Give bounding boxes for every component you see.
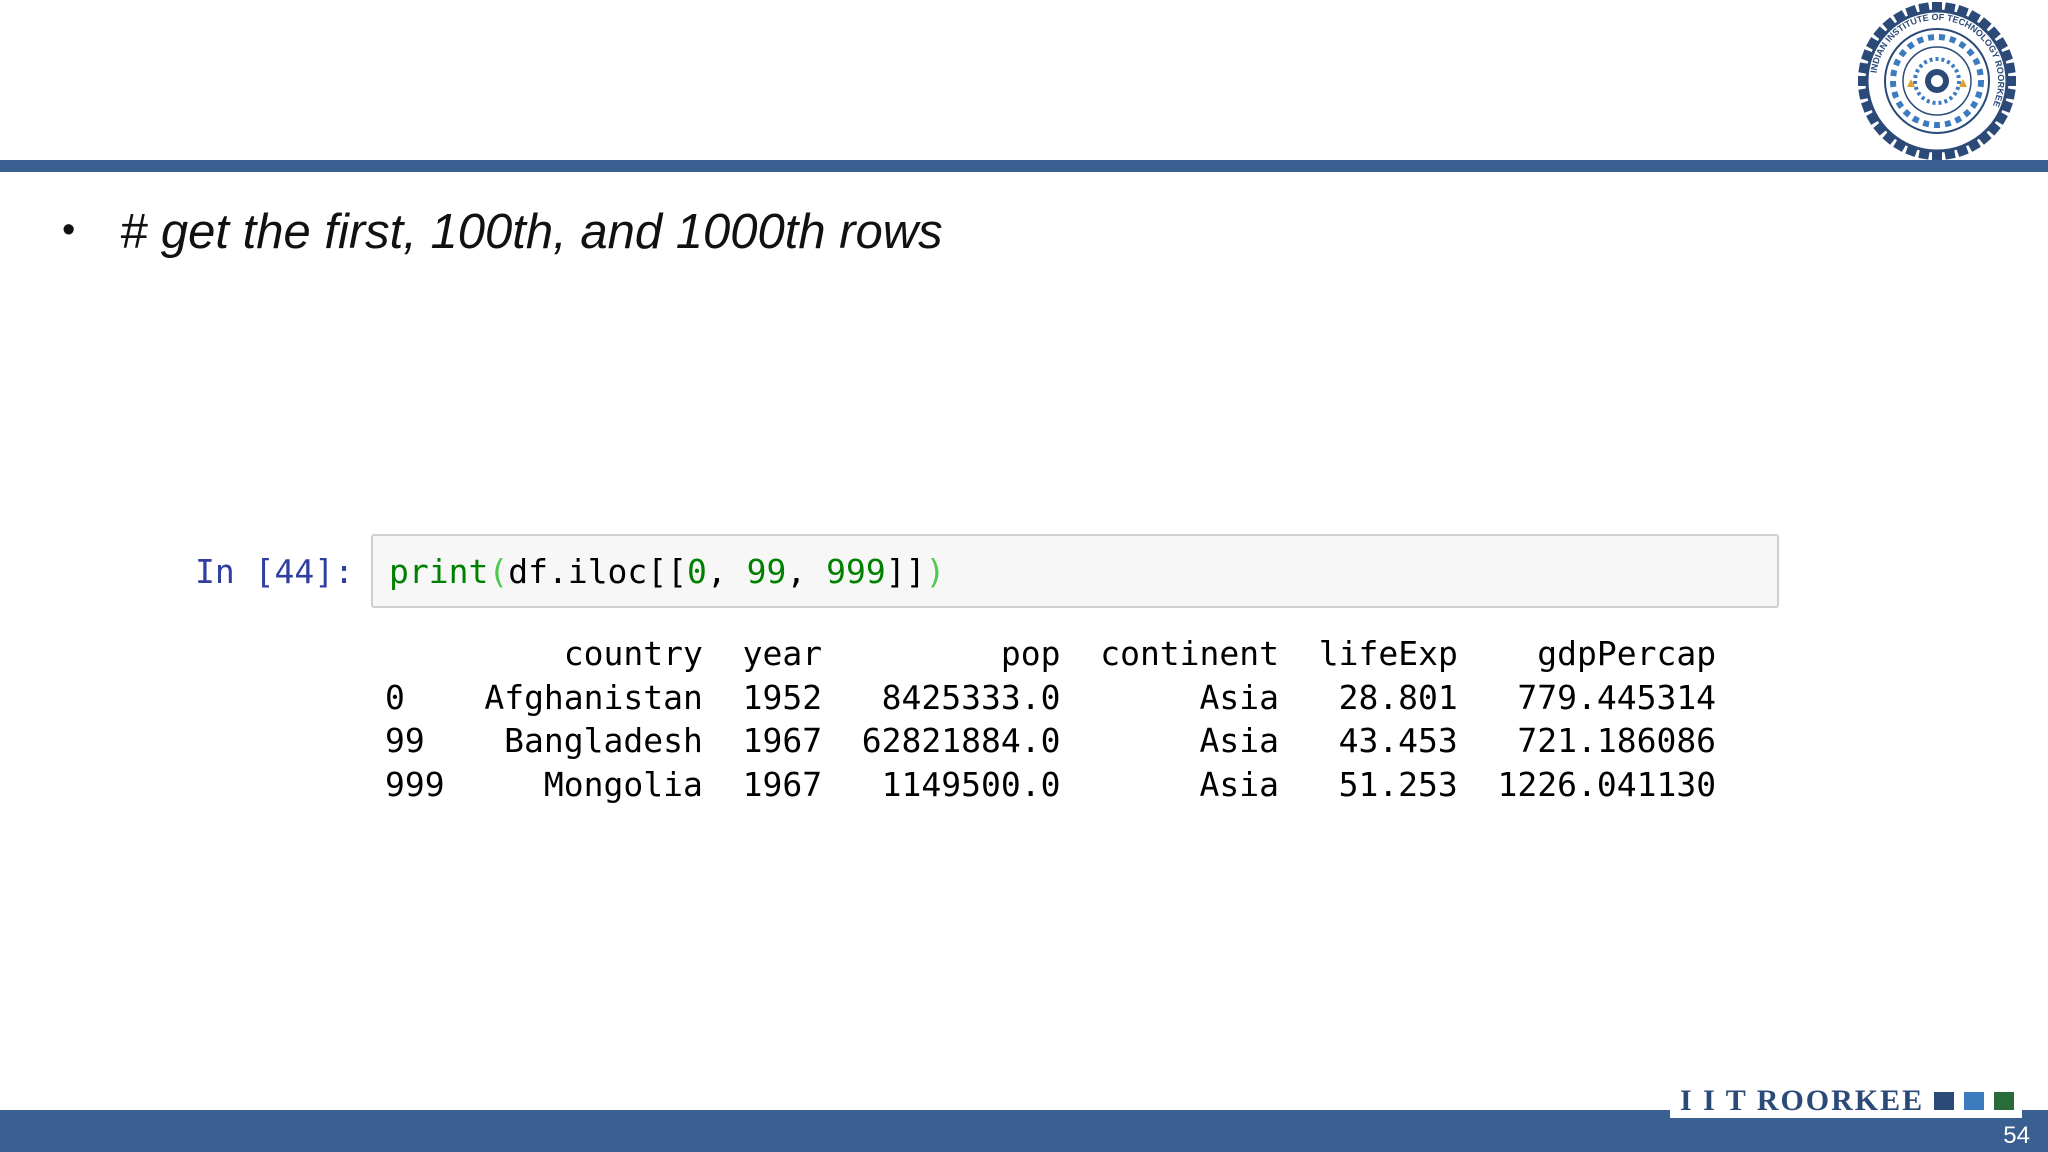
table-cell: 1967 — [742, 721, 823, 760]
footer-square-dark — [1934, 1092, 1955, 1110]
footer-square-green — [1994, 1092, 2015, 1110]
code-token: ) — [925, 552, 946, 591]
table-cell: 1967 — [742, 764, 823, 804]
table-cell: Mongolia — [543, 764, 703, 804]
column-header: gdpPercap — [1537, 634, 1717, 673]
code-token: ]] — [885, 552, 926, 591]
table-cell: 51.253 — [1338, 764, 1458, 804]
output-data-row: 999 Mongolia 1967 1149500.0 Asia 51.253 1226.0… — [385, 763, 1716, 807]
footer-square-light — [1964, 1092, 1985, 1110]
row-index: 999 — [385, 764, 445, 804]
table-cell: 8425333.0 — [881, 677, 1061, 717]
table-cell: 721.186086 — [1517, 721, 1717, 760]
code-cell-input[interactable]: print(df.iloc[[0, 99, 999]]) — [371, 534, 1779, 608]
table-cell: 43.453 — [1338, 721, 1458, 760]
footer-brand: I I T ROORKEE — [1670, 1084, 2023, 1118]
table-cell: 1226.041130 — [1497, 764, 1717, 804]
header-divider-bar — [0, 160, 2048, 172]
table-cell: Afghanistan — [484, 677, 703, 717]
table-cell: 779.445314 — [1517, 677, 1717, 717]
code-token: 0 — [687, 552, 707, 591]
page-number: 54 — [2003, 1122, 2030, 1149]
cell-prompt: In [44]: — [195, 552, 354, 591]
code-token: print — [389, 552, 489, 591]
row-index: 99 — [385, 721, 425, 760]
table-cell: 1952 — [742, 677, 823, 717]
table-cell: Asia — [1199, 764, 1279, 804]
output-header-row: country year pop continent lifeExp gdpPercap — [385, 632, 1716, 676]
table-cell: 62821884.0 — [861, 721, 1061, 760]
code-token: 99 — [746, 552, 787, 591]
table-cell: Bangladesh — [504, 721, 703, 760]
output-data-row: 0 Afghanistan 1952 8425333.0 Asia 28.801 779.4… — [385, 676, 1716, 720]
bullet-point: • # get the first, 100th, and 1000th rows — [62, 204, 943, 260]
column-header: pop — [1000, 634, 1061, 673]
code-token: 999 — [826, 552, 886, 591]
code-token: ( — [488, 552, 509, 591]
table-cell: 28.801 — [1338, 677, 1458, 717]
table-cell: Asia — [1199, 677, 1279, 717]
code-line: print(df.iloc[[0, 99, 999]]) — [389, 552, 945, 591]
table-cell: Asia — [1199, 721, 1279, 760]
row-index: 0 — [385, 677, 405, 717]
bullet-text: # get the first, 100th, and 1000th rows — [120, 205, 943, 259]
slide: INDIAN INSTITUTE OF TECHNOLOGY ROORKEE •… — [0, 0, 2048, 1152]
footer-brand-text: I I T ROORKEE — [1680, 1084, 1925, 1117]
column-header: lifeExp — [1318, 634, 1458, 673]
code-token: , — [786, 552, 827, 591]
column-header: year — [742, 634, 823, 673]
cell-output: country year pop continent lifeExp gdpPercap 0… — [385, 632, 1716, 806]
output-data-row: 99 Bangladesh 1967 62821884.0 Asia 43.453 721.… — [385, 719, 1716, 763]
bullet-symbol: • — [62, 209, 76, 251]
code-token: df.iloc[[ — [508, 552, 688, 591]
column-header: country — [563, 634, 703, 673]
code-token: , — [706, 552, 747, 591]
table-cell: 1149500.0 — [881, 764, 1061, 804]
iit-roorkee-seal-icon: INDIAN INSTITUTE OF TECHNOLOGY ROORKEE — [1858, 2, 2016, 160]
column-header: continent — [1100, 634, 1280, 673]
